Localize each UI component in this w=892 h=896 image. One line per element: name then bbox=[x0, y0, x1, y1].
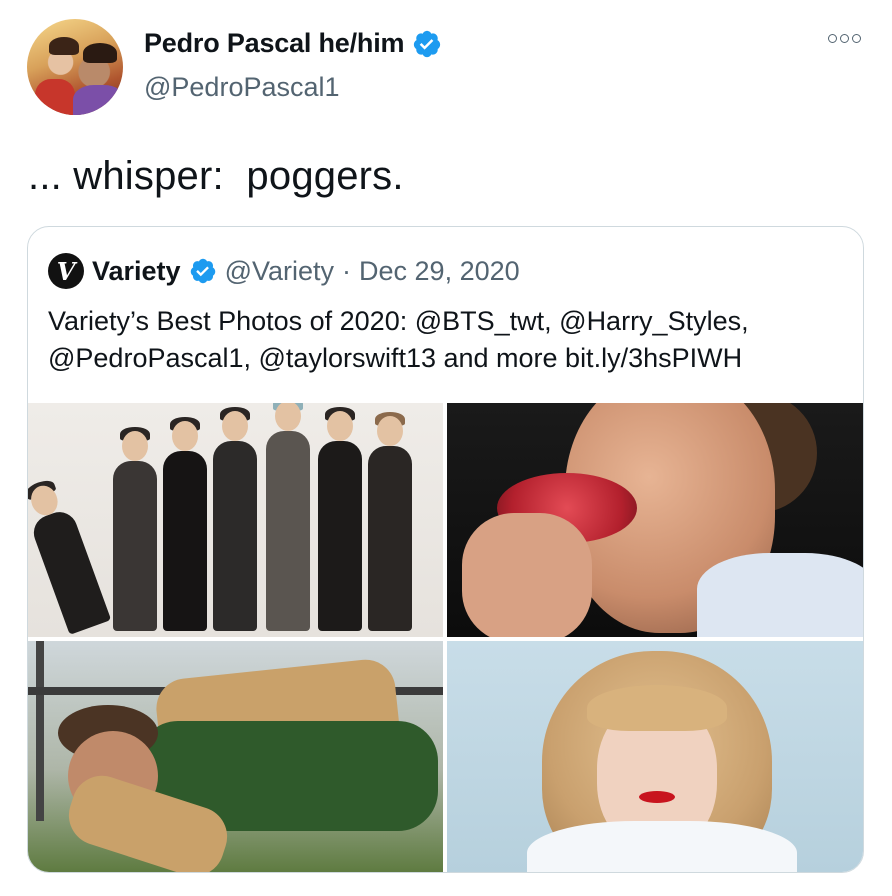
photo-blonde-portrait[interactable] bbox=[447, 641, 863, 872]
figure bbox=[163, 417, 207, 631]
tweet: Pedro Pascal he/him @PedroPascal1 ... wh… bbox=[0, 0, 892, 896]
figure-head bbox=[222, 411, 248, 441]
avatar-detail bbox=[35, 79, 75, 115]
avatar-detail bbox=[73, 85, 123, 115]
photo-reclining-portrait[interactable] bbox=[28, 641, 443, 872]
avatar-detail bbox=[83, 43, 117, 63]
quoted-date[interactable]: Dec 29, 2020 bbox=[359, 256, 520, 287]
quoted-text-line: @PedroPascal1, @taylorswift13 and more b… bbox=[48, 343, 743, 373]
quoted-tweet-header: V Variety @Variety · Dec 29, 2020 bbox=[48, 253, 520, 289]
photo-detail bbox=[639, 791, 675, 803]
media-grid bbox=[28, 403, 863, 872]
variety-logo-icon: V bbox=[48, 253, 84, 289]
figure bbox=[368, 412, 412, 631]
tweet-text: ... whisper: poggers. bbox=[28, 154, 404, 198]
quoted-text-line: Variety’s Best Photos of 2020: @BTS_twt,… bbox=[48, 306, 749, 336]
quoted-tweet[interactable]: V Variety @Variety · Dec 29, 2020 Variet… bbox=[27, 226, 864, 873]
quoted-tweet-text: Variety’s Best Photos of 2020: @BTS_twt,… bbox=[48, 303, 848, 377]
figure bbox=[28, 477, 112, 635]
photo-detail bbox=[697, 553, 863, 637]
quoted-separator: · bbox=[342, 255, 352, 286]
verified-badge-icon bbox=[414, 30, 441, 57]
display-name[interactable]: Pedro Pascal he/him bbox=[144, 28, 405, 59]
verified-badge-icon bbox=[190, 258, 215, 284]
more-dot bbox=[840, 34, 849, 43]
figure-head bbox=[377, 416, 403, 446]
photo-detail bbox=[36, 641, 44, 821]
figure bbox=[213, 407, 257, 631]
photo-detail bbox=[587, 685, 727, 731]
figure-head bbox=[172, 421, 198, 451]
photo-group-portrait[interactable] bbox=[28, 403, 443, 637]
more-dot bbox=[852, 34, 861, 43]
photo-detail bbox=[527, 821, 797, 872]
figure bbox=[266, 403, 310, 631]
figure bbox=[113, 427, 157, 631]
photo-eating-portrait[interactable] bbox=[447, 403, 863, 637]
more-options-icon[interactable] bbox=[828, 34, 861, 43]
quoted-display-name[interactable]: Variety bbox=[92, 256, 181, 287]
quoted-handle[interactable]: @Variety bbox=[225, 256, 334, 287]
photo-detail bbox=[462, 513, 592, 637]
author-handle[interactable]: @PedroPascal1 bbox=[144, 72, 340, 103]
more-dot bbox=[828, 34, 837, 43]
figure bbox=[318, 407, 362, 631]
avatar-detail bbox=[49, 37, 79, 55]
figure-head bbox=[327, 411, 353, 441]
figure-head bbox=[122, 431, 148, 461]
figure-head bbox=[275, 403, 301, 431]
author-name-row[interactable]: Pedro Pascal he/him bbox=[144, 28, 442, 59]
avatar[interactable] bbox=[27, 19, 123, 115]
